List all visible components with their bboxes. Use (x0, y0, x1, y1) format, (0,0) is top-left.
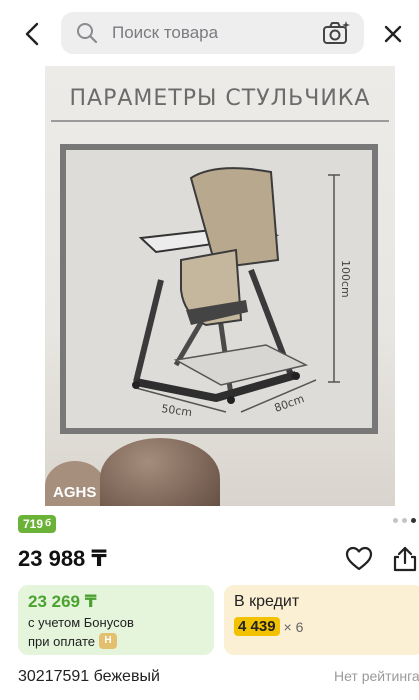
top-bar: Поиск товара (0, 0, 419, 66)
carousel-dot-active (411, 518, 416, 523)
bonus-currency-icon: б (45, 518, 52, 529)
credit-title: В кредит (234, 593, 300, 610)
chevron-left-icon (25, 22, 39, 46)
product-photo[interactable]: ПАРАМЕТРЫ СТУЛЬЧИКА 100cm 50cm 80cm AGHS (45, 66, 395, 506)
product-price: 23 988 ₸ (18, 546, 107, 571)
carousel-dot (393, 518, 398, 523)
decor-vase (100, 438, 220, 506)
bonus-price-card[interactable]: 23 269 ₸ с учетом Бонусов при оплате Н (18, 585, 214, 655)
bonus-payment-text: при оплате (28, 633, 95, 649)
credit-multiplier: × 6 (283, 618, 304, 635)
search-placeholder: Поиск товара (112, 23, 219, 42)
product-rating[interactable]: Нет рейтинга (334, 668, 419, 684)
search-input[interactable]: Поиск товара (61, 12, 364, 54)
bonus-price-note: с учетом Бонусов (28, 615, 134, 630)
depth-dimension-label: 80cm (273, 392, 306, 415)
credit-amount: 4 439 (234, 617, 280, 636)
bonus-coin-icon: Н (98, 633, 117, 649)
width-dimension-label: 50cm (161, 402, 193, 419)
bonus-price: 23 269 ₸ (28, 592, 97, 611)
height-dimension-label: 100cm (339, 260, 352, 298)
share-icon[interactable] (391, 545, 419, 573)
close-button[interactable] (373, 14, 413, 54)
close-icon (384, 25, 402, 43)
heart-icon[interactable] (345, 545, 373, 573)
product-article: 30217591 бежевый (18, 668, 160, 685)
photo-title: ПАРАМЕТРЫ СТУЛЬЧИКА (69, 86, 371, 111)
back-button[interactable] (12, 14, 52, 54)
search-icon (77, 23, 98, 44)
credit-card[interactable]: В кредит 4 439 × 6 (224, 585, 419, 655)
bonus-payment-note: при оплате Н (28, 633, 117, 649)
brand-label: AGHS (53, 484, 97, 501)
credit-installment: 4 439 × 6 (234, 617, 303, 636)
bonus-badge-value: 719 (23, 517, 44, 531)
carousel-indicator (393, 518, 416, 523)
camera-search-icon[interactable] (322, 20, 350, 46)
bonus-badge: 719 б (18, 515, 57, 533)
photo-title-underline (51, 120, 389, 122)
high-chair-illustration: 100cm 50cm 80cm (132, 167, 352, 419)
photo-frame: 100cm 50cm 80cm (60, 144, 378, 434)
carousel-dot (402, 518, 407, 523)
